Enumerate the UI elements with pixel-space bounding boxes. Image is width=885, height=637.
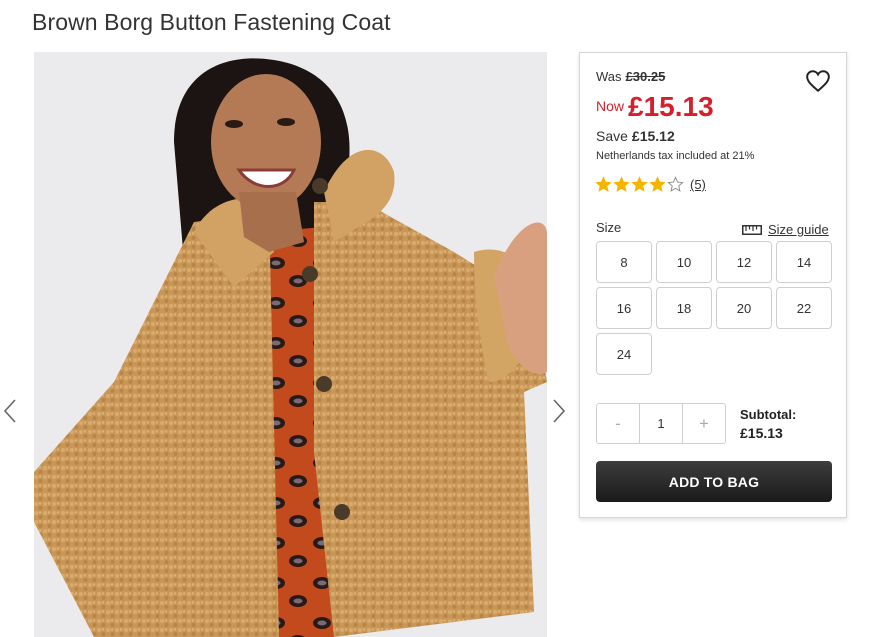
rating: (5) <box>595 176 706 193</box>
size-option-18[interactable]: 18 <box>656 287 712 329</box>
was-price: £30.25 <box>625 69 666 84</box>
star-rating <box>595 176 684 193</box>
save-row: Save £15.12 <box>596 128 675 144</box>
quantity-increase-button[interactable]: + <box>683 404 725 443</box>
save-label: Save <box>596 128 628 144</box>
product-title: Brown Borg Button Fastening Coat <box>32 9 391 35</box>
add-to-bag-button[interactable]: ADD TO BAG <box>596 461 832 502</box>
quantity-value[interactable]: 1 <box>639 404 683 443</box>
size-option-20[interactable]: 20 <box>716 287 772 329</box>
purchase-panel: Was £30.25 Now £15.13 Save £15.12 Netherlan… <box>579 52 847 518</box>
quantity-decrease-button[interactable]: - <box>597 404 639 443</box>
size-options: 8 10 12 14 16 18 20 22 24 <box>596 241 832 375</box>
ruler-icon <box>742 224 762 235</box>
star-filled-icon <box>613 176 630 192</box>
save-amount: £15.12 <box>631 128 675 144</box>
chevron-right-icon <box>553 399 566 423</box>
previous-image-button[interactable] <box>2 398 18 424</box>
size-option-22[interactable]: 22 <box>776 287 832 329</box>
heart-icon <box>806 70 830 93</box>
size-guide-link[interactable]: Size guide <box>742 222 829 237</box>
now-price-row: Now £15.13 <box>596 91 714 123</box>
model-photo <box>34 52 547 637</box>
star-filled-icon <box>631 176 648 192</box>
tax-note: Netherlands tax included at 21% <box>596 150 755 162</box>
size-option-16[interactable]: 16 <box>596 287 652 329</box>
size-option-8[interactable]: 8 <box>596 241 652 283</box>
size-option-12[interactable]: 12 <box>716 241 772 283</box>
size-label: Size <box>596 220 622 235</box>
quantity-stepper: - 1 + <box>596 403 726 444</box>
now-label: Now <box>596 98 625 114</box>
subtotal-label: Subtotal: <box>740 407 797 422</box>
wishlist-button[interactable] <box>805 68 831 94</box>
subtotal-amount: £15.13 <box>740 425 783 441</box>
size-guide-label: Size guide <box>768 222 829 237</box>
next-image-button[interactable] <box>551 398 567 424</box>
product-image <box>34 52 547 637</box>
chevron-left-icon <box>3 399 16 423</box>
now-price: £15.13 <box>628 91 714 122</box>
review-count-link[interactable]: (5) <box>690 177 706 192</box>
size-option-14[interactable]: 14 <box>776 241 832 283</box>
was-price-row: Was £30.25 <box>596 69 665 84</box>
size-option-24[interactable]: 24 <box>596 333 652 375</box>
star-empty-icon <box>667 176 684 192</box>
was-label: Was <box>596 69 622 84</box>
size-option-10[interactable]: 10 <box>656 241 712 283</box>
star-filled-icon <box>649 176 666 192</box>
subtotal: Subtotal: £15.13 <box>740 406 796 442</box>
star-filled-icon <box>595 176 612 192</box>
